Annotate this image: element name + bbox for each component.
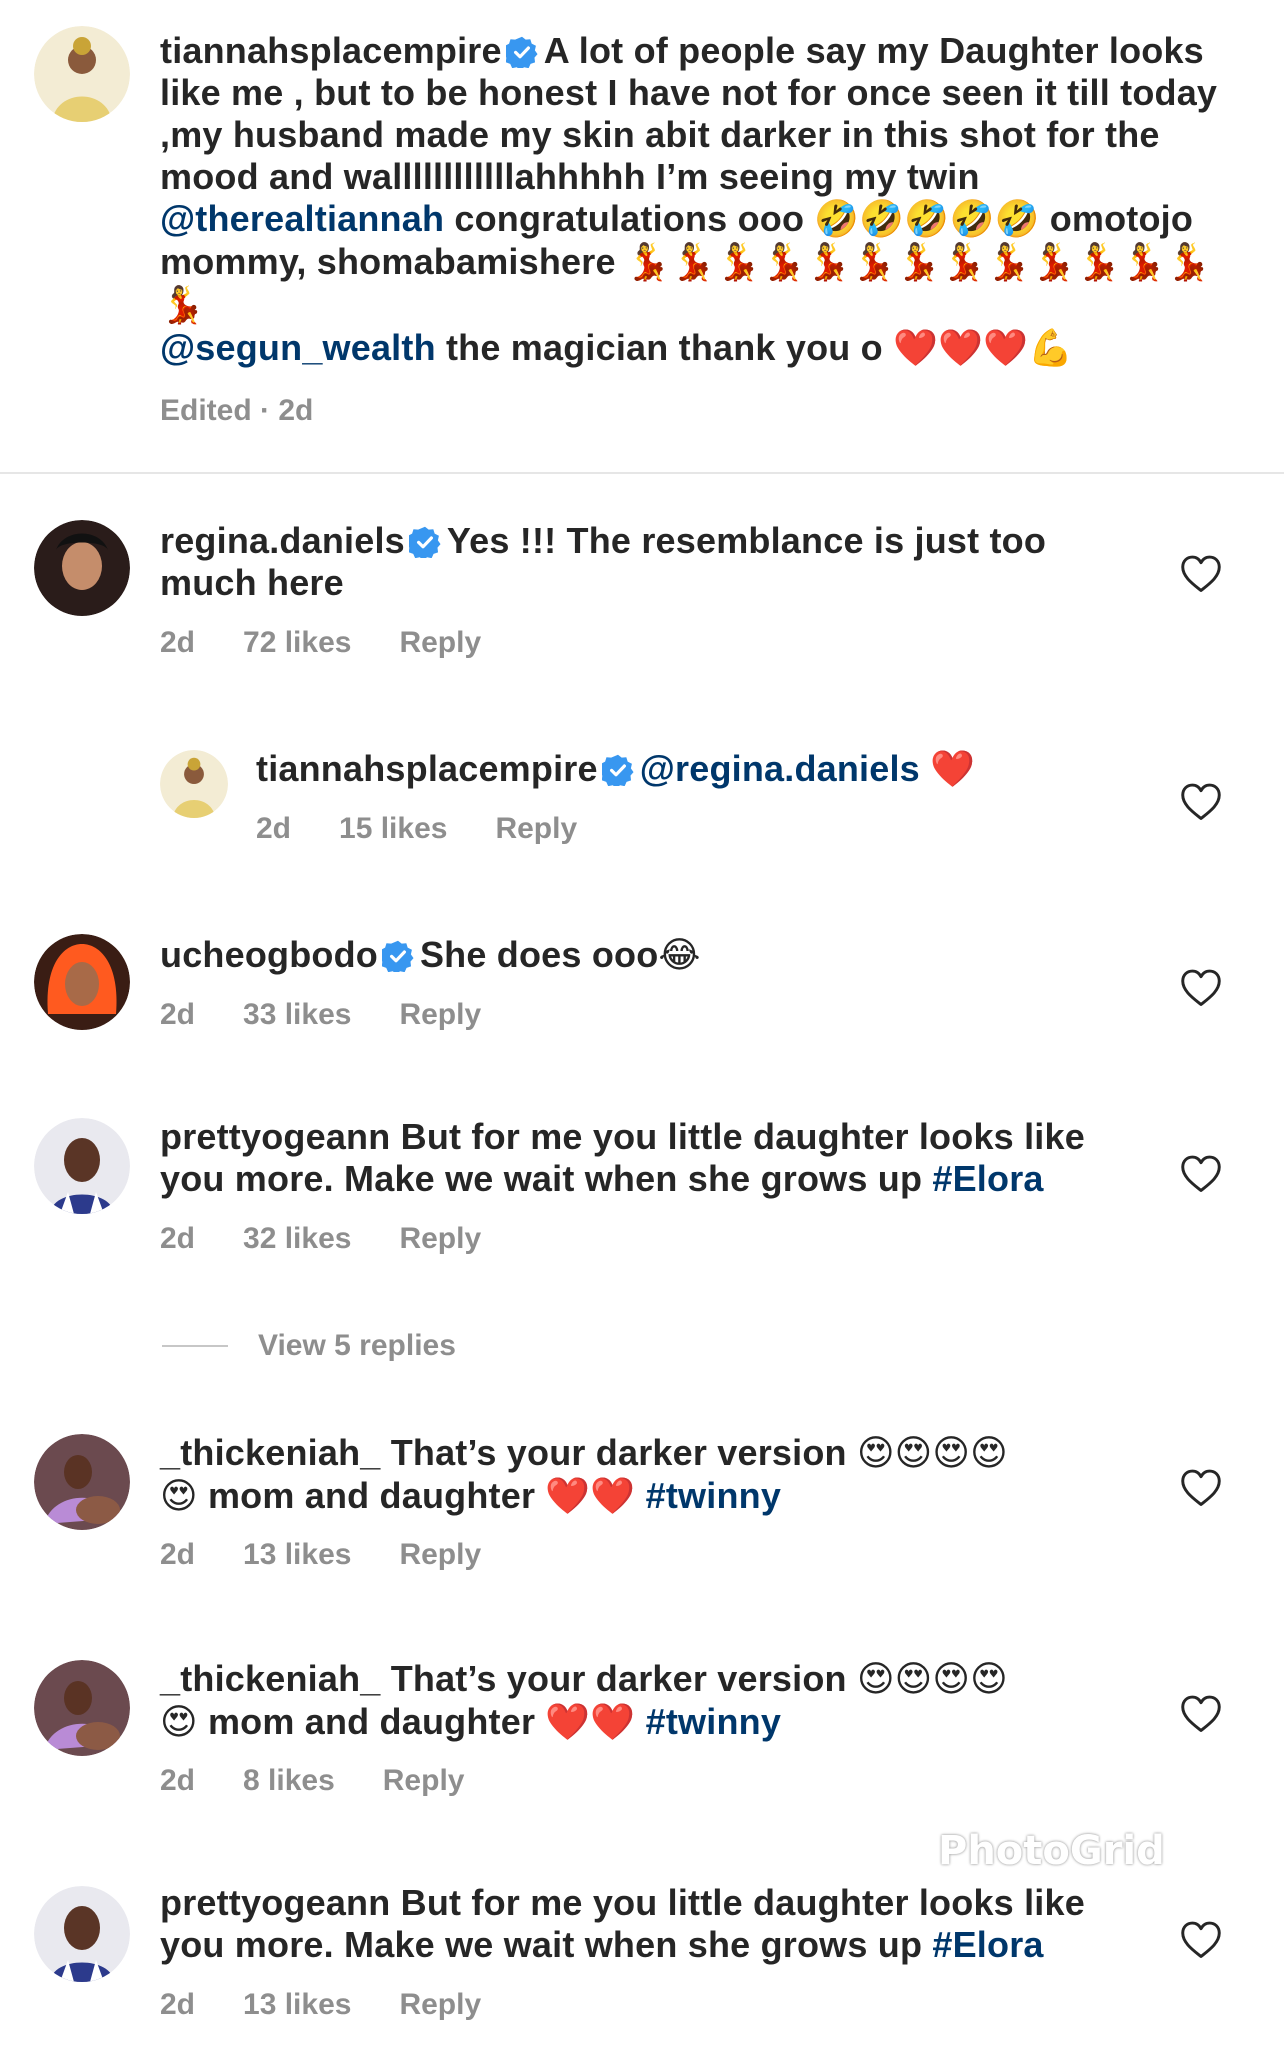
avatar[interactable] bbox=[34, 1886, 130, 1982]
hashtag-link[interactable]: #Elora bbox=[932, 1158, 1043, 1199]
like-heart-icon[interactable] bbox=[1180, 1154, 1222, 1194]
caption-username[interactable]: tiannahsplacempire bbox=[160, 30, 502, 71]
comment-time: 2d bbox=[160, 1538, 196, 1571]
comment-likes[interactable]: 13 likes bbox=[243, 1538, 351, 1571]
edited-time: Edited · 2d bbox=[160, 394, 314, 427]
comment-text: prettyogeann But for me you little daugh… bbox=[160, 1882, 1120, 1966]
emoji-heart: ❤️ bbox=[930, 749, 976, 790]
comment-meta: 2d 32 likes Reply bbox=[160, 1222, 529, 1256]
comment-meta: 2d 13 likes Reply bbox=[160, 1538, 529, 1572]
like-heart-icon[interactable] bbox=[1180, 1468, 1222, 1508]
avatar[interactable] bbox=[160, 750, 228, 818]
comment-meta: 2d 13 likes Reply bbox=[160, 1988, 529, 2022]
comment-body: She does ooo bbox=[419, 934, 659, 975]
comment-text: tiannahsplacempire @regina.daniels ❤️ bbox=[256, 748, 1116, 791]
avatar[interactable] bbox=[34, 26, 130, 122]
comment-meta: 2d 33 likes Reply bbox=[160, 998, 529, 1032]
emoji-heart-eyes: 😍😍😍😍 bbox=[856, 1433, 1008, 1474]
emoji-heart-eyes: 😍 bbox=[160, 1476, 198, 1517]
caption-text: tiannahsplacempire A lot of people say my… bbox=[160, 30, 1240, 370]
like-heart-icon[interactable] bbox=[1180, 782, 1222, 822]
comment-username[interactable]: ucheogbodo bbox=[160, 934, 378, 975]
verified-badge-icon bbox=[506, 36, 538, 68]
mention-link[interactable]: @therealtiannah bbox=[160, 198, 444, 239]
avatar[interactable] bbox=[34, 520, 130, 616]
comment-body-2: mom and daughter bbox=[207, 1475, 536, 1516]
post-caption: tiannahsplacempire A lot of people say my… bbox=[0, 0, 1284, 474]
comment-text: ucheogbodo She does ooo😂 bbox=[160, 934, 1100, 977]
verified-badge-icon bbox=[382, 940, 414, 972]
avatar[interactable] bbox=[34, 1434, 130, 1530]
comment-time: 2d bbox=[160, 998, 196, 1031]
verified-badge-icon bbox=[409, 526, 441, 558]
comment-likes[interactable]: 72 likes bbox=[243, 626, 351, 659]
comment-text: _thickeniah_ That’s your darker version … bbox=[160, 1658, 1120, 1744]
reply-button[interactable]: Reply bbox=[495, 812, 577, 845]
comment-likes[interactable]: 32 likes bbox=[243, 1222, 351, 1255]
comment-username[interactable]: prettyogeann bbox=[160, 1882, 390, 1923]
comment-time: 2d bbox=[160, 1764, 196, 1797]
comment-body: That’s your darker version bbox=[390, 1432, 847, 1473]
caption-text-part4: the magician thank you o bbox=[445, 327, 883, 368]
like-heart-icon[interactable] bbox=[1180, 968, 1222, 1008]
emoji-laugh: 😂 bbox=[658, 935, 701, 976]
caption-meta: Edited · 2d bbox=[160, 394, 361, 428]
mention-link[interactable]: @segun_wealth bbox=[160, 327, 436, 368]
reply-button[interactable]: Reply bbox=[399, 998, 481, 1031]
comment-text: _thickeniah_ That’s your darker version … bbox=[160, 1432, 1120, 1518]
comment-likes[interactable]: 8 likes bbox=[243, 1764, 335, 1797]
comment-likes[interactable]: 13 likes bbox=[243, 1988, 351, 2021]
like-heart-icon[interactable] bbox=[1180, 1694, 1222, 1734]
comment-body: That’s your darker version bbox=[390, 1658, 847, 1699]
photogrid-watermark: PhotoGrid bbox=[938, 1828, 1165, 1874]
emoji-heart-eyes: 😍😍😍😍 bbox=[856, 1659, 1008, 1700]
comment-time: 2d bbox=[160, 626, 196, 659]
avatar[interactable] bbox=[34, 1118, 130, 1214]
like-heart-icon[interactable] bbox=[1180, 554, 1222, 594]
comment-username[interactable]: prettyogeann bbox=[160, 1116, 390, 1157]
comment-meta: 2d 15 likes Reply bbox=[256, 812, 625, 846]
view-replies-label[interactable]: View 5 replies bbox=[258, 1329, 456, 1363]
emoji-hearts: ❤️❤️ bbox=[545, 1702, 636, 1743]
comment-time: 2d bbox=[160, 1222, 196, 1255]
view-replies-button[interactable]: View 5 replies bbox=[162, 1326, 456, 1366]
hashtag-link[interactable]: #twinny bbox=[646, 1475, 781, 1516]
mention-link[interactable]: @regina.daniels bbox=[640, 748, 920, 789]
hashtag-link[interactable]: #Elora bbox=[932, 1924, 1043, 1965]
comment-time: 2d bbox=[160, 1988, 196, 2021]
comment-text: regina.daniels Yes !!! The resemblance is… bbox=[160, 520, 1100, 604]
avatar[interactable] bbox=[34, 934, 130, 1030]
comment-text: prettyogeann But for me you little daugh… bbox=[160, 1116, 1120, 1200]
reply-button[interactable]: Reply bbox=[399, 626, 481, 659]
comment-body-2: mom and daughter bbox=[207, 1701, 536, 1742]
comment-meta: 2d 8 likes Reply bbox=[160, 1764, 512, 1798]
reply-button[interactable]: Reply bbox=[399, 1222, 481, 1255]
divider-line bbox=[162, 1345, 228, 1347]
caption-text-part2: congratulations ooo bbox=[454, 198, 805, 239]
comment-likes[interactable]: 15 likes bbox=[339, 812, 447, 845]
reply-button[interactable]: Reply bbox=[399, 1538, 481, 1571]
comment-username[interactable]: _thickeniah_ bbox=[160, 1432, 381, 1473]
reply-button[interactable]: Reply bbox=[399, 1988, 481, 2021]
comment-username[interactable]: tiannahsplacempire bbox=[256, 748, 598, 789]
comment-username[interactable]: _thickeniah_ bbox=[160, 1658, 381, 1699]
verified-badge-icon bbox=[602, 754, 634, 786]
comment-time: 2d bbox=[256, 812, 292, 845]
emoji-hearts: ❤️❤️❤️💪 bbox=[893, 328, 1074, 369]
emoji-heart-eyes: 😍 bbox=[160, 1702, 198, 1743]
reply-button[interactable]: Reply bbox=[383, 1764, 465, 1797]
comment-username[interactable]: regina.daniels bbox=[160, 520, 405, 561]
emoji-hearts: ❤️❤️ bbox=[545, 1476, 636, 1517]
like-heart-icon[interactable] bbox=[1180, 1920, 1222, 1960]
comment-likes[interactable]: 33 likes bbox=[243, 998, 351, 1031]
emoji-laugh: 🤣🤣🤣🤣🤣 bbox=[814, 199, 1040, 240]
comment-meta: 2d 72 likes Reply bbox=[160, 626, 529, 660]
avatar[interactable] bbox=[34, 1660, 130, 1756]
hashtag-link[interactable]: #twinny bbox=[646, 1701, 781, 1742]
